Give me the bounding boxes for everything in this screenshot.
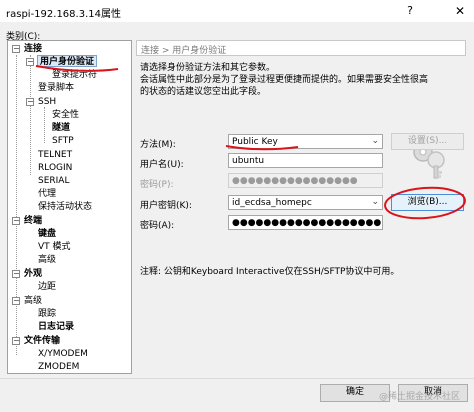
panel-header: 连接 > 用户身份验证 <box>136 40 466 56</box>
method-value: Public Key <box>232 137 278 147</box>
tree-item-terminal[interactable]: 终端 <box>24 215 42 227</box>
collapse-icon[interactable]: − <box>12 45 20 53</box>
tree-item-zmodem[interactable]: ZMODEM <box>38 361 79 373</box>
tree-item-trace[interactable]: 跟踪 <box>38 308 56 320</box>
tree-item-tunnel[interactable]: 隧道 <box>52 122 70 134</box>
user-key-label: 用户密钥(K): <box>140 201 192 211</box>
tree-guide-line <box>16 55 17 355</box>
collapse-icon[interactable]: − <box>26 98 34 106</box>
collapse-icon[interactable]: − <box>26 58 34 66</box>
title-bar: raspi-192.168.3.14属性 ? ✕ <box>0 0 474 22</box>
tree-item-file-transfer[interactable]: 文件传输 <box>24 335 60 347</box>
tree-item-login-script[interactable]: 登录脚本 <box>38 82 74 94</box>
tree-item-rlogin[interactable]: RLOGIN <box>38 162 72 174</box>
username-label: 用户名(U): <box>140 160 184 170</box>
collapse-icon[interactable]: − <box>12 217 20 225</box>
note-text: 注释: 公钥和Keyboard Interactive仅在SSH/SFTP协议中… <box>140 267 400 277</box>
tree-item-keepalive[interactable]: 保持活动状态 <box>38 201 92 213</box>
tree-guide-line <box>30 55 31 175</box>
tree-item-login-prompt[interactable]: 登录提示符 <box>52 69 97 81</box>
chevron-down-icon: ⌄ <box>371 197 379 207</box>
username-value: ubuntu <box>232 156 265 166</box>
close-icon[interactable]: ✕ <box>452 3 468 19</box>
window-title: raspi-192.168.3.14属性 <box>6 9 121 20</box>
tree-item-telnet[interactable]: TELNET <box>38 149 72 161</box>
tree-item-serial[interactable]: SERIAL <box>38 175 69 187</box>
tree-item-sftp[interactable]: SFTP <box>52 135 74 147</box>
settings-button[interactable]: 设置(S)... <box>391 133 464 150</box>
password-value: ●●●●●●●●●●●●●●●● <box>232 176 358 186</box>
passphrase-field[interactable]: ●●●●●●●●●●●●●●●●●●● <box>228 215 383 230</box>
breadcrumb: 连接 > 用户身份验证 <box>141 46 227 56</box>
tree-item-appearance[interactable]: 外观 <box>24 268 42 280</box>
user-key-value: id_ecdsa_homepc <box>232 198 312 208</box>
panel-description: 请选择身份验证方法和其它参数。 会话属性中此部分是为了登录过程更便捷而提供的。如… <box>140 62 466 98</box>
tree-item-xymodem[interactable]: X/YMODEM <box>38 348 88 360</box>
footer-divider <box>0 378 474 379</box>
tree-item-connection[interactable]: 连接 <box>24 43 42 55</box>
user-key-select[interactable]: id_ecdsa_homepc ⌄ <box>228 195 383 210</box>
watermark: @稀土掘金技术社区 <box>378 392 460 402</box>
description-line: 的状态的话建议您空出此字段。 <box>140 87 267 97</box>
chevron-down-icon: ⌄ <box>371 136 379 146</box>
method-select[interactable]: Public Key ⌄ <box>228 134 383 149</box>
category-tree[interactable]: − 连接 − 用户身份验证 登录提示符 登录脚本 − SSH 安全性 隧道 SF… <box>7 40 132 374</box>
tree-item-ssh[interactable]: SSH <box>38 96 56 108</box>
collapse-icon[interactable]: − <box>12 337 20 345</box>
description-line: 请选择身份验证方法和其它参数。 <box>140 63 276 73</box>
tree-item-proxy[interactable]: 代理 <box>38 188 56 200</box>
password-label: 密码(P): <box>140 180 174 190</box>
tree-item-log[interactable]: 日志记录 <box>38 321 74 333</box>
method-label: 方法(M): <box>140 140 176 150</box>
browse-button[interactable]: 浏览(B)... <box>391 194 464 211</box>
tree-item-keyboard[interactable]: 键盘 <box>38 228 56 240</box>
tree-item-margin[interactable]: 边距 <box>38 281 56 293</box>
passphrase-value: ●●●●●●●●●●●●●●●●●●● <box>232 218 382 228</box>
tree-item-user-auth[interactable]: 用户身份验证 <box>37 55 98 67</box>
tree-item-advanced[interactable]: 高级 <box>24 295 42 307</box>
username-field[interactable]: ubuntu <box>228 153 383 168</box>
help-icon[interactable]: ? <box>402 3 418 19</box>
tree-item-advanced-terminal[interactable]: 高级 <box>38 254 56 266</box>
description-line: 会话属性中此部分是为了登录过程更便捷而提供的。如果需要安全性很高 <box>140 75 429 85</box>
tree-guide-line <box>44 107 45 143</box>
passphrase-label: 密码(A): <box>140 221 175 231</box>
tree-item-security[interactable]: 安全性 <box>52 109 79 121</box>
tree-item-vt-mode[interactable]: VT 模式 <box>38 241 71 253</box>
password-field: ●●●●●●●●●●●●●●●● <box>228 173 383 188</box>
collapse-icon[interactable]: − <box>12 270 20 278</box>
collapse-icon[interactable]: − <box>12 297 20 305</box>
